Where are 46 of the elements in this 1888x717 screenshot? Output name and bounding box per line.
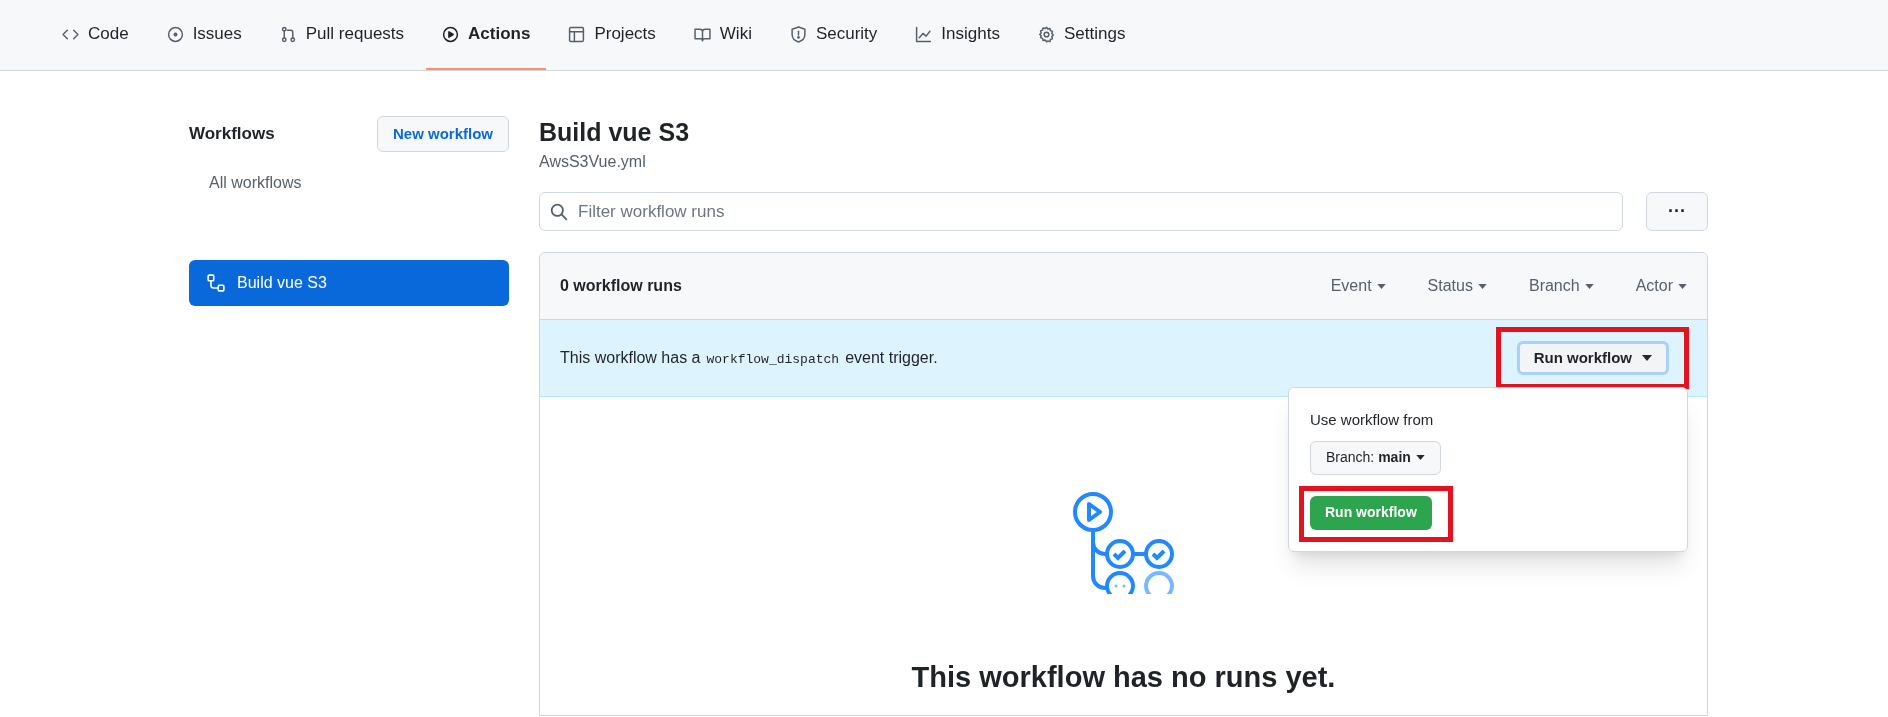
pull-request-icon	[279, 25, 297, 43]
more-options-button[interactable]: ···	[1646, 192, 1708, 231]
popover-label: Use workflow from	[1310, 410, 1434, 430]
filter-dropdown[interactable]: Actor	[1635, 274, 1687, 298]
book-icon	[693, 25, 711, 43]
nav-tab[interactable]: Pull requests	[263, 0, 421, 70]
banner-text: event trigger.	[845, 348, 938, 368]
run-count: 0 workflow runs	[560, 276, 683, 296]
caret-icon	[1415, 455, 1425, 460]
empty-state-heading: This workflow has no runs yet.	[911, 660, 1336, 695]
branch-select-button[interactable]: Branch: main	[1310, 440, 1441, 475]
workflow-graph-icon	[1071, 492, 1176, 594]
table-icon	[568, 25, 586, 43]
caret-icon	[1376, 283, 1386, 289]
sidebar-item[interactable]: Build vue S3	[189, 260, 509, 306]
issue-icon	[166, 25, 184, 43]
sidebar-item[interactable]: All workflows	[189, 160, 509, 206]
caret-icon	[1477, 283, 1487, 289]
nav-tab[interactable]: Settings	[1021, 0, 1142, 70]
caret-icon	[1584, 283, 1594, 289]
nav-tab[interactable]: Projects	[552, 0, 672, 70]
play-icon	[442, 25, 460, 43]
filter-dropdown[interactable]: Event	[1330, 274, 1386, 298]
filter-field[interactable]: Filter workflow runs	[539, 192, 1623, 231]
nav-tab[interactable]: Actions	[426, 0, 547, 70]
nav-tab[interactable]: Security	[773, 0, 894, 70]
filter-dropdown[interactable]: Status	[1427, 274, 1487, 298]
caret-icon	[1678, 283, 1687, 289]
event-name: workflow_dispatch	[705, 351, 841, 369]
graph-icon	[915, 25, 933, 43]
run-workflow-dropdown-button[interactable]: Run workflow	[1516, 341, 1669, 375]
workflow-icon	[207, 274, 225, 292]
new-workflow-button[interactable]: New workflow	[377, 116, 509, 152]
workflow-title: Build vue S3	[539, 117, 691, 148]
nav-tab[interactable]: Code	[46, 0, 145, 70]
sidebar-title: Workflows	[189, 123, 275, 146]
filter-dropdown[interactable]: Branch	[1528, 274, 1594, 298]
banner-text: This workflow has a	[560, 348, 701, 368]
nav-tab[interactable]: Wiki	[677, 0, 768, 70]
nav-tab[interactable]: Issues	[150, 0, 258, 70]
nav-tab[interactable]: Insights	[899, 0, 1016, 70]
shield-icon	[789, 25, 807, 43]
search-icon	[550, 203, 568, 221]
caret-icon	[1642, 355, 1652, 361]
workflow-file-name: AwsS3Vue.yml	[539, 152, 647, 172]
settings-icon	[1037, 25, 1055, 43]
